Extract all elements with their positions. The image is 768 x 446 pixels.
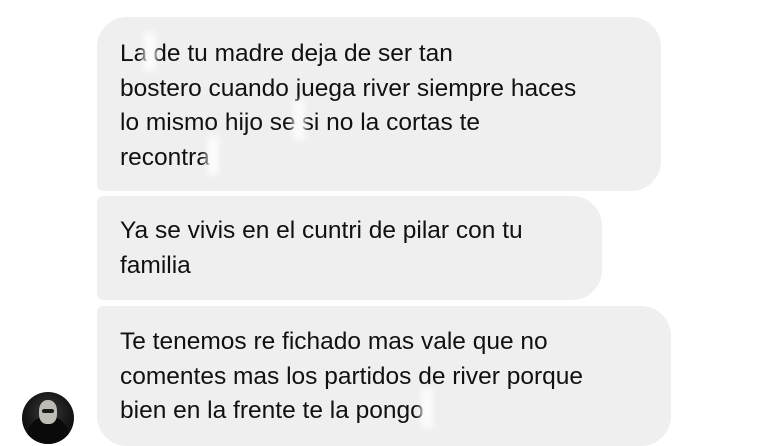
message-line: bostero cuando juega river siempre haces bbox=[120, 72, 641, 107]
message-line: Ya se vivis en el cuntri de pilar con tu bbox=[120, 214, 582, 249]
message-text: La bbox=[120, 40, 148, 67]
message-line: recontra bbox=[120, 141, 641, 176]
message-text: si no la cortas te bbox=[301, 109, 481, 136]
message-text: recontra bbox=[120, 143, 210, 171]
message-text: comentes mas los partidos de river porqu… bbox=[120, 362, 583, 390]
message-bubble-1[interactable]: La de tu madre deja de ser tan bostero cu… bbox=[97, 17, 661, 191]
sender-avatar[interactable] bbox=[22, 392, 74, 444]
message-text: bien en la frente te la pongo bbox=[120, 397, 424, 424]
message-line: Te tenemos re fichado mas vale que no bbox=[120, 325, 651, 360]
message-line: comentes mas los partidos de river porqu… bbox=[120, 360, 651, 395]
message-bubble-2[interactable]: Ya se vivis en el cuntri de pilar con tu… bbox=[97, 196, 602, 300]
message-text: familia bbox=[120, 251, 191, 279]
message-text: lo mismo hijo se bbox=[120, 109, 296, 136]
message-bubble-3[interactable]: Te tenemos re fichado mas vale que no co… bbox=[97, 306, 671, 446]
message-text: Te tenemos re fichado mas vale que no bbox=[120, 328, 548, 355]
message-line: familia bbox=[120, 249, 582, 284]
message-line: lo mismo hijo se si no la cortas te bbox=[120, 106, 641, 141]
message-text: Ya se vivis en el cuntri de pilar con tu bbox=[120, 217, 523, 244]
message-text: de tu madre deja de ser tan bbox=[153, 40, 453, 67]
message-text: bostero cuando juega river siempre haces bbox=[120, 74, 577, 102]
message-line: La de tu madre deja de ser tan bbox=[120, 37, 641, 72]
message-line: bien en la frente te la pongo bbox=[120, 394, 651, 429]
